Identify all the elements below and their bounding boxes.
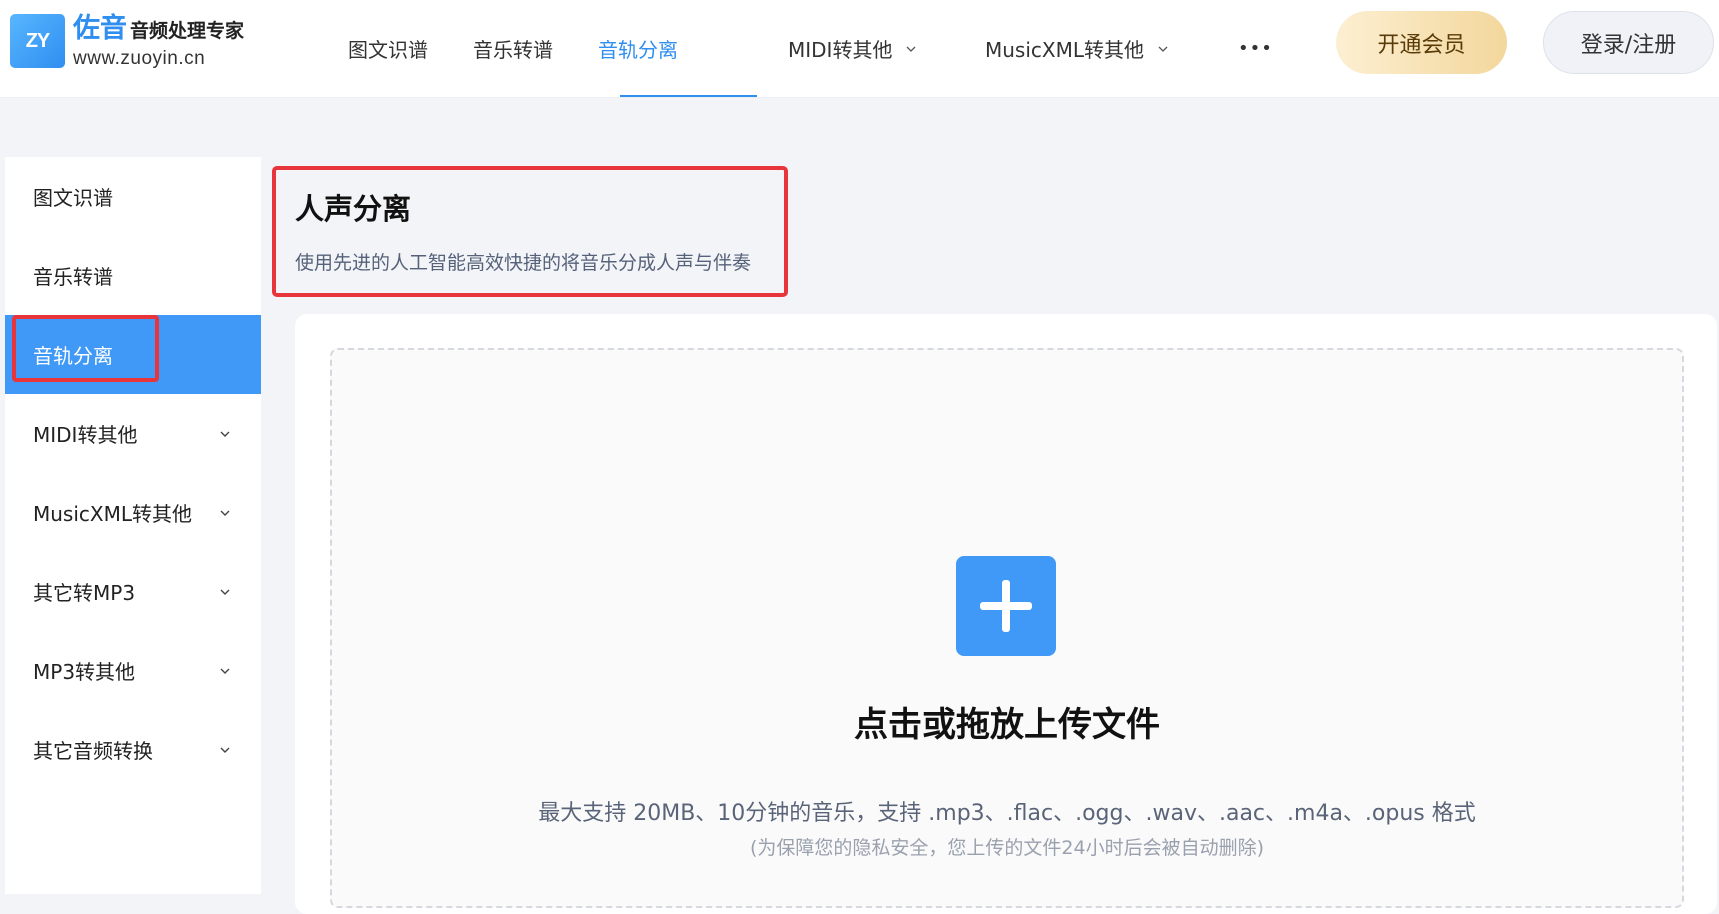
- brand-name: 佐音: [73, 13, 127, 44]
- upload-privacy-note: (为保障您的隐私安全，您上传的文件24小时后会被自动删除): [749, 837, 1264, 859]
- chevron-down-icon: [220, 589, 230, 595]
- sidebar-item-music-transcribe[interactable]: 音乐转谱: [5, 236, 261, 315]
- sidebar-item-other-to-mp3[interactable]: 其它转MP3: [5, 552, 261, 631]
- nav-item-image-score[interactable]: 图文识谱: [348, 0, 428, 97]
- page-description: 使用先进的人工智能高效快捷的将音乐分成人声与伴奏: [295, 252, 752, 274]
- nav-item-track-separation[interactable]: 音轨分离: [598, 0, 678, 97]
- chevron-down-icon: [220, 668, 230, 674]
- sidebar-item-label: MIDI转其他: [33, 423, 138, 447]
- login-register-button[interactable]: 登录/注册: [1543, 11, 1714, 74]
- brand-url: www.zuoyin.cn: [73, 48, 206, 69]
- brand-logo[interactable]: ZY 佐音 音频处理专家 www.zuoyin.cn: [10, 14, 244, 70]
- main-nav: 图文识谱 音乐转谱 音轨分离 MIDI转其他 MusicXML转其他 •••: [348, 0, 1338, 97]
- chevron-down-icon: [906, 46, 916, 52]
- header-divider: [0, 97, 1719, 98]
- upload-title: 点击或拖放上传文件: [854, 705, 1160, 745]
- nav-item-label: MIDI转其他: [788, 38, 893, 62]
- nav-item-label: 图文识谱: [348, 38, 428, 62]
- vip-button[interactable]: 开通会员: [1336, 11, 1507, 74]
- chevron-down-icon: [1158, 46, 1168, 52]
- top-navbar: ZY 佐音 音频处理专家 www.zuoyin.cn 图文识谱 音乐转谱 音轨分…: [0, 0, 1719, 97]
- page-title: 人声分离: [295, 192, 412, 226]
- logo-title: 佐音 音频处理专家: [73, 14, 244, 46]
- nav-item-label: 音轨分离: [598, 38, 678, 62]
- sidebar-item-label: MP3转其他: [33, 660, 136, 684]
- brand-subtitle: 音频处理专家: [130, 20, 245, 42]
- ellipsis-icon[interactable]: •••: [1238, 0, 1273, 97]
- sidebar-item-label: 音轨分离: [33, 344, 113, 368]
- nav-item-label: 音乐转谱: [473, 38, 553, 62]
- sidebar-item-label: 音乐转谱: [33, 265, 113, 289]
- chevron-down-icon: [220, 431, 230, 437]
- nav-item-music-transcribe[interactable]: 音乐转谱: [473, 0, 553, 97]
- sidebar-item-label: 其它转MP3: [33, 581, 136, 605]
- nav-item-label: MusicXML转其他: [985, 38, 1145, 62]
- nav-item-musicxml-convert[interactable]: MusicXML转其他: [985, 0, 1168, 97]
- logo-text: 佐音 音频处理专家 www.zuoyin.cn: [73, 14, 244, 70]
- sidebar-item-midi-convert[interactable]: MIDI转其他: [5, 394, 261, 473]
- nav-item-midi-convert[interactable]: MIDI转其他: [788, 0, 916, 97]
- upload-hint: 最大支持 20MB、10分钟的音乐，支持 .mp3、.flac、.ogg、.wa…: [538, 801, 1476, 826]
- chevron-down-icon: [220, 510, 230, 516]
- logo-mark-icon: ZY: [10, 14, 65, 68]
- sidebar-item-image-score[interactable]: 图文识谱: [5, 157, 261, 236]
- sidebar-item-musicxml-convert[interactable]: MusicXML转其他: [5, 473, 261, 552]
- sidebar-item-label: MusicXML转其他: [33, 502, 193, 526]
- sidebar-item-track-separation[interactable]: 音轨分离: [5, 315, 261, 394]
- plus-icon[interactable]: [956, 556, 1056, 656]
- sidebar: 图文识谱 音乐转谱 音轨分离 MIDI转其他 MusicXML转其他 其它转MP…: [5, 157, 261, 894]
- sidebar-item-label: 图文识谱: [33, 186, 113, 210]
